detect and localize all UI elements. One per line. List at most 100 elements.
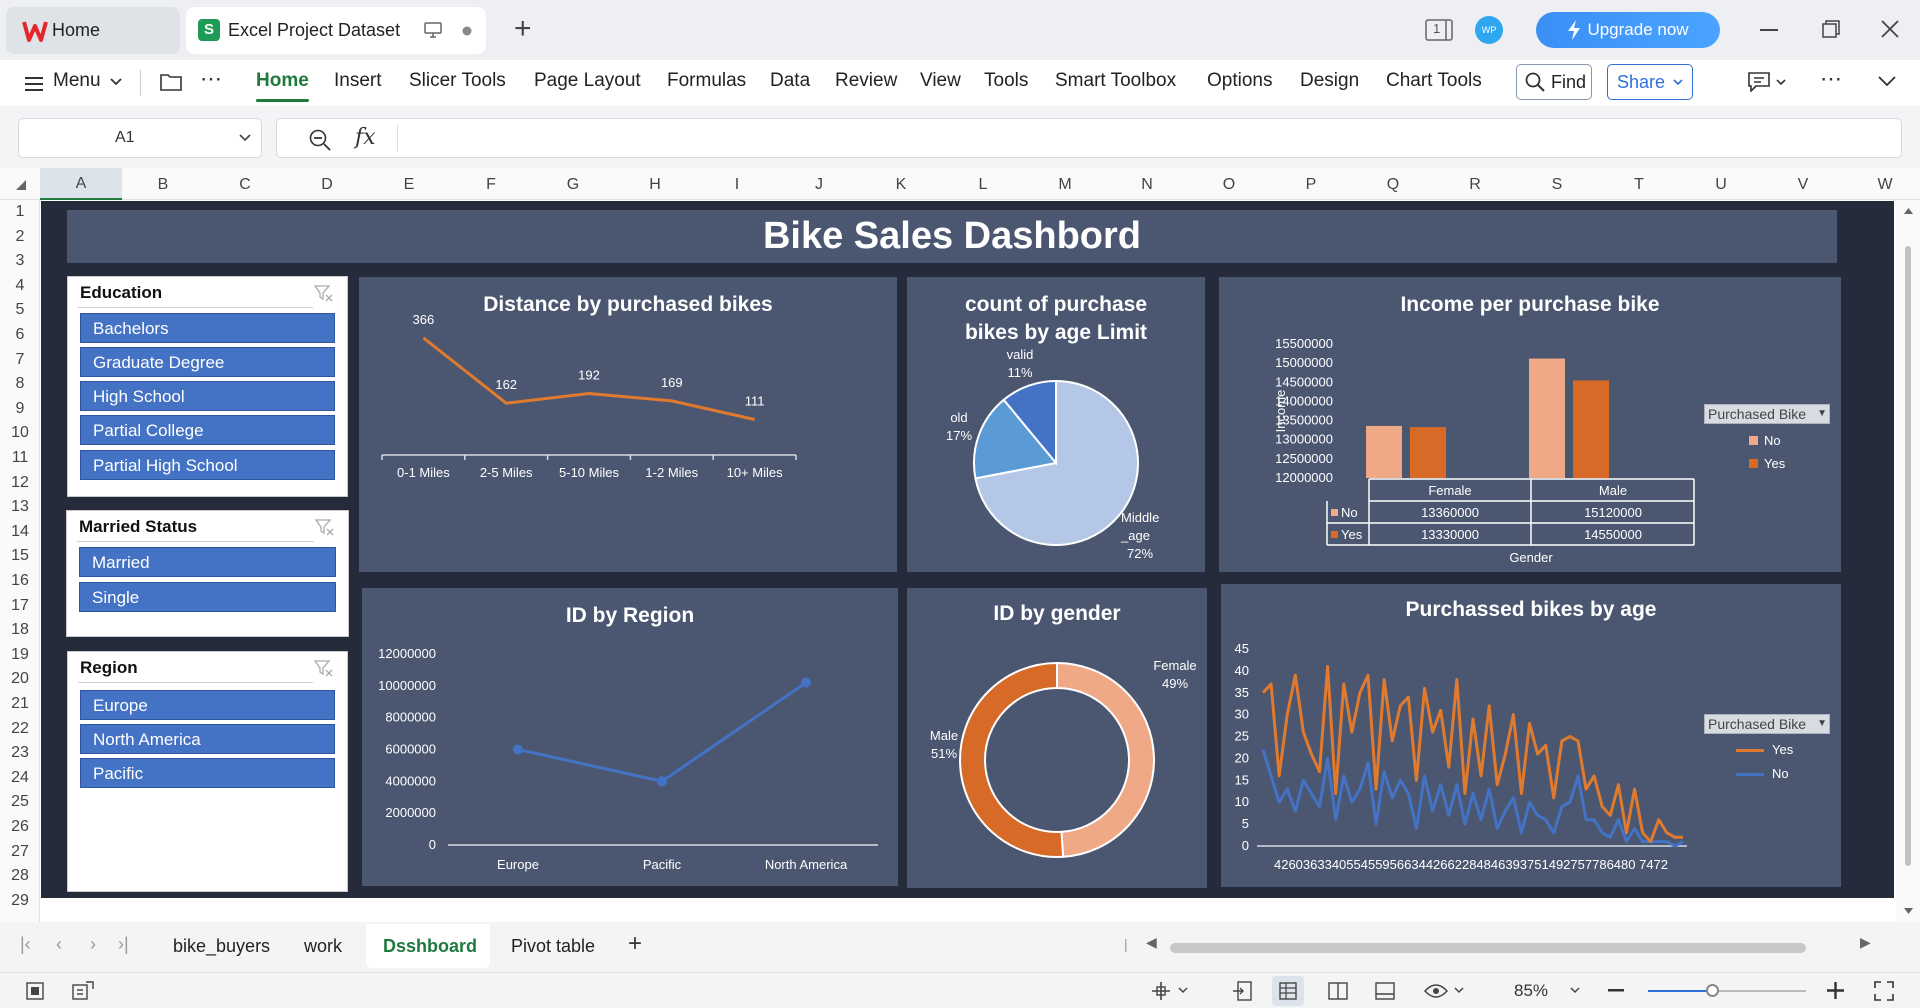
zoom-slider-handle[interactable] bbox=[1706, 984, 1719, 997]
row-header-25[interactable]: 25 bbox=[0, 793, 40, 811]
avatar[interactable]: WP bbox=[1475, 16, 1503, 44]
column-header-h[interactable]: H bbox=[614, 176, 696, 194]
row-header-16[interactable]: 16 bbox=[0, 572, 40, 590]
menu-tools[interactable]: Tools bbox=[984, 70, 1028, 92]
zoom-level[interactable]: 85% bbox=[1514, 981, 1548, 1001]
menu-chart-tools[interactable]: Chart Tools bbox=[1386, 70, 1482, 92]
slicer-education[interactable]: Education Bachelors Graduate Degree High… bbox=[67, 276, 348, 497]
chart-distance-panel[interactable]: Distance by purchased bikes 366 0-1 Miles… bbox=[359, 277, 897, 572]
folder-icon[interactable] bbox=[160, 72, 182, 92]
last-sheet-icon[interactable]: ›| bbox=[118, 934, 129, 955]
comment-icon[interactable] bbox=[1748, 72, 1770, 92]
restore-icon[interactable] bbox=[1822, 20, 1840, 38]
sheet-tab-bike-buyers[interactable]: bike_buyers bbox=[173, 936, 270, 957]
row-header-20[interactable]: 20 bbox=[0, 670, 40, 688]
column-header-g[interactable]: G bbox=[532, 176, 614, 194]
legend-dropdown[interactable]: Purchased Bike ▼ bbox=[1704, 404, 1830, 424]
menu-home[interactable]: Home bbox=[256, 70, 309, 102]
slicer-item-married[interactable]: Married bbox=[79, 547, 336, 577]
menu-formulas[interactable]: Formulas bbox=[667, 70, 746, 92]
column-header-m[interactable]: M bbox=[1024, 176, 1106, 194]
row-header-27[interactable]: 27 bbox=[0, 843, 40, 861]
column-header-f[interactable]: F bbox=[450, 176, 532, 194]
row-header-28[interactable]: 28 bbox=[0, 867, 40, 885]
row-header-7[interactable]: 7 bbox=[0, 351, 40, 369]
scroll-up-icon[interactable] bbox=[1904, 208, 1913, 214]
slicer-item-single[interactable]: Single bbox=[79, 582, 336, 612]
macro-icon[interactable] bbox=[72, 981, 94, 1001]
chart-region-panel[interactable]: ID by Region 12000000 10000000 8000000 6000… bbox=[362, 588, 898, 886]
column-header-s[interactable]: S bbox=[1516, 176, 1598, 194]
column-header-v[interactable]: V bbox=[1762, 176, 1844, 194]
share-button[interactable]: Share bbox=[1607, 64, 1693, 100]
sheet-tab-work[interactable]: work bbox=[304, 936, 342, 957]
column-header-k[interactable]: K bbox=[860, 176, 942, 194]
sheet-view-icon[interactable] bbox=[26, 982, 44, 1000]
collapse-ribbon-icon[interactable] bbox=[1878, 76, 1896, 87]
chevron-down-icon[interactable] bbox=[1178, 987, 1188, 994]
row-header-11[interactable]: 11 bbox=[0, 449, 40, 467]
chevron-down-icon[interactable] bbox=[1454, 987, 1464, 994]
home-tab[interactable]: Home bbox=[6, 7, 180, 54]
row-header-24[interactable]: 24 bbox=[0, 769, 40, 787]
new-tab-plus-icon[interactable]: + bbox=[514, 14, 532, 44]
row-header-26[interactable]: 26 bbox=[0, 818, 40, 836]
zoom-formula-icon[interactable] bbox=[309, 129, 331, 151]
row-header-4[interactable]: 4 bbox=[0, 277, 40, 295]
column-header-r[interactable]: R bbox=[1434, 176, 1516, 194]
menu-insert[interactable]: Insert bbox=[334, 70, 382, 92]
column-header-j[interactable]: J bbox=[778, 176, 860, 194]
row-header-10[interactable]: 10 bbox=[0, 424, 40, 442]
vertical-scrollbar[interactable] bbox=[1896, 200, 1920, 922]
page-break-view-icon[interactable] bbox=[1328, 982, 1348, 1000]
column-header-a[interactable]: A bbox=[40, 168, 122, 200]
zoom-in-icon[interactable] bbox=[1827, 982, 1844, 999]
row-header-18[interactable]: 18 bbox=[0, 621, 40, 639]
menu-page-layout[interactable]: Page Layout bbox=[534, 70, 641, 92]
column-header-q[interactable]: Q bbox=[1352, 176, 1434, 194]
select-all-icon[interactable] bbox=[16, 180, 26, 190]
sheet-tab-dashboard[interactable]: Dsshboard bbox=[383, 936, 477, 957]
chevron-down-icon[interactable] bbox=[1570, 987, 1580, 994]
row-header-22[interactable]: 22 bbox=[0, 720, 40, 738]
row-header-19[interactable]: 19 bbox=[0, 646, 40, 664]
normal-view-icon[interactable] bbox=[1279, 982, 1297, 1000]
menu-options[interactable]: Options bbox=[1207, 70, 1272, 92]
sheet-tab-pivot-table[interactable]: Pivot table bbox=[511, 936, 595, 957]
clear-filter-icon[interactable] bbox=[314, 517, 334, 537]
slicer-item-europe[interactable]: Europe bbox=[80, 690, 335, 720]
tab-split-handle-icon[interactable]: | bbox=[1124, 936, 1128, 952]
exit-icon[interactable] bbox=[1232, 981, 1252, 1001]
slicer-region[interactable]: Region Europe North America Pacific bbox=[67, 651, 348, 892]
monitor-icon[interactable] bbox=[424, 22, 442, 38]
row-header-2[interactable]: 2 bbox=[0, 228, 40, 246]
row-header-23[interactable]: 23 bbox=[0, 744, 40, 762]
menu-view[interactable]: View bbox=[920, 70, 961, 92]
column-header-o[interactable]: O bbox=[1188, 176, 1270, 194]
slicer-item-north-america[interactable]: North America bbox=[80, 724, 335, 754]
slicer-item-bachelors[interactable]: Bachelors bbox=[80, 313, 335, 343]
column-header-l[interactable]: L bbox=[942, 176, 1024, 194]
menu-design[interactable]: Design bbox=[1300, 70, 1359, 92]
chevron-down-icon[interactable] bbox=[1776, 79, 1786, 86]
row-header-12[interactable]: 12 bbox=[0, 474, 40, 492]
row-header-3[interactable]: 3 bbox=[0, 252, 40, 270]
column-header-n[interactable]: N bbox=[1106, 176, 1188, 194]
find-button[interactable]: Find bbox=[1516, 64, 1592, 100]
formula-input[interactable]: fx bbox=[276, 118, 1902, 158]
horizontal-scroll-thumb[interactable] bbox=[1170, 943, 1806, 953]
chevron-down-icon[interactable] bbox=[110, 78, 122, 86]
chart-income-panel[interactable]: Income per purchase bike 15500000 1500000… bbox=[1219, 277, 1841, 572]
clear-filter-icon[interactable] bbox=[313, 283, 333, 303]
row-header-17[interactable]: 17 bbox=[0, 597, 40, 615]
row-header-1[interactable]: 1 bbox=[0, 203, 40, 221]
next-sheet-icon[interactable]: › bbox=[90, 934, 96, 955]
row-header-15[interactable]: 15 bbox=[0, 547, 40, 565]
add-sheet-icon[interactable]: + bbox=[628, 930, 642, 958]
move-icon[interactable] bbox=[1150, 981, 1172, 1001]
chart-age-limit-panel[interactable]: count of purchase bikes by age Limit Mid… bbox=[907, 277, 1205, 572]
menu-smart-toolbox[interactable]: Smart Toolbox bbox=[1055, 70, 1176, 92]
row-header-21[interactable]: 21 bbox=[0, 695, 40, 713]
menu-slicer-tools[interactable]: Slicer Tools bbox=[409, 70, 506, 92]
slicer-item-pacific[interactable]: Pacific bbox=[80, 758, 335, 788]
